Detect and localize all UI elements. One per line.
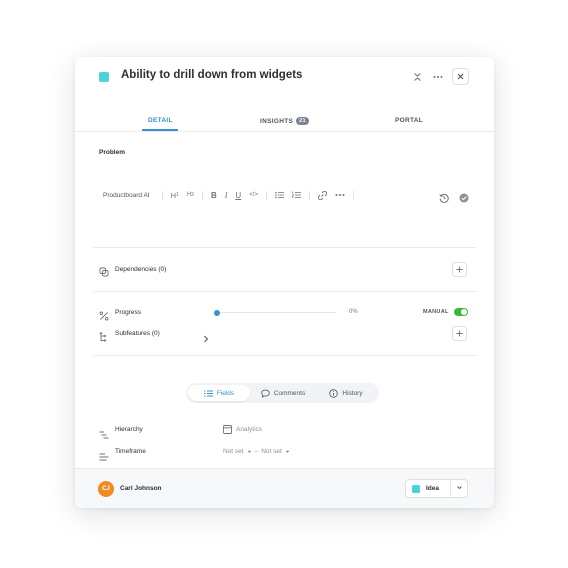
history-tab[interactable]: History: [316, 385, 376, 401]
toggle-knob: [461, 309, 467, 315]
bold-button[interactable]: B: [211, 191, 217, 200]
timeframe-value[interactable]: Not set – Not set: [223, 448, 290, 455]
productboard-ai-button[interactable]: Productboard AI: [103, 192, 150, 199]
hierarchy-value[interactable]: Analytics: [223, 425, 262, 434]
plus-icon: [456, 266, 463, 273]
comment-icon: [261, 389, 270, 398]
toolbar-divider: [265, 190, 267, 200]
owner-name[interactable]: Carl Johnson: [120, 485, 162, 492]
feature-color-swatch: [99, 72, 109, 82]
toolbar-divider: [161, 190, 163, 200]
view-switcher: Fields Comments History: [186, 383, 379, 403]
section-divider: [93, 291, 476, 292]
feature-detail-card: Ability to drill down from widgets DETAI…: [75, 57, 494, 508]
card-footer: CJ Carl Johnson Idea: [75, 468, 494, 508]
toolbar-divider: [201, 190, 203, 200]
tab-detail-label: DETAIL: [148, 117, 173, 124]
list-icon: [203, 390, 213, 396]
status-select[interactable]: Idea: [405, 479, 468, 498]
tab-portal[interactable]: PORTAL: [395, 117, 423, 124]
manual-progress-toggle[interactable]: [454, 308, 468, 316]
italic-button[interactable]: I: [225, 191, 228, 200]
toolbar-divider: [352, 190, 354, 200]
code-button[interactable]: </>: [249, 192, 258, 198]
insights-count-badge: 21: [296, 117, 309, 125]
comments-tab-label: Comments: [273, 389, 306, 397]
subfeatures-icon: [99, 329, 109, 342]
caret-down-icon: [285, 450, 290, 453]
bullet-list-icon[interactable]: [275, 191, 284, 199]
comments-tab[interactable]: Comments: [250, 385, 316, 401]
subfeatures-label[interactable]: Subfeatures (0): [115, 330, 160, 337]
hierarchy-icon: [99, 426, 109, 439]
heading1-button[interactable]: H1: [171, 191, 179, 200]
section-divider: [93, 355, 476, 356]
link-icon[interactable]: [317, 190, 327, 200]
timeframe-start[interactable]: Not set: [223, 448, 244, 455]
feature-title[interactable]: Ability to drill down from widgets: [121, 69, 302, 81]
problem-heading: Problem: [99, 149, 126, 156]
percent-icon: [99, 308, 109, 321]
toolbar-divider: [308, 190, 310, 200]
detail-tabs: DETAIL INSIGHTS 21 PORTAL: [75, 112, 494, 132]
hierarchy-label: Hierarchy: [115, 426, 143, 433]
caret-down-icon: [247, 450, 252, 453]
fields-tab-label: Fields: [216, 389, 235, 397]
fields-tab[interactable]: Fields: [188, 385, 250, 401]
editor-toolbar: Productboard AI H1 H2 B I U </>: [99, 190, 358, 200]
status-color-swatch: [412, 484, 420, 493]
timeframe-end[interactable]: Not set: [261, 448, 282, 455]
status-label: Idea: [426, 485, 440, 492]
chevron-right-icon[interactable]: [202, 330, 212, 343]
status-divider: [450, 480, 451, 497]
progress-slider-handle[interactable]: [214, 310, 220, 316]
more-options-icon[interactable]: [430, 69, 446, 85]
history-tab-label: History: [342, 389, 363, 397]
timeframe-dash: –: [254, 448, 259, 455]
numbered-list-icon[interactable]: [291, 191, 301, 199]
chevron-down-icon[interactable]: [456, 484, 463, 491]
tab-detail[interactable]: DETAIL: [148, 117, 173, 124]
active-tab-indicator: [142, 129, 178, 131]
close-button[interactable]: [452, 68, 469, 85]
progress-slider-track[interactable]: [216, 312, 336, 313]
tab-portal-label: PORTAL: [395, 117, 424, 124]
collapse-icon[interactable]: [409, 69, 425, 85]
plus-icon: [456, 330, 463, 337]
saved-check-icon: [459, 190, 469, 208]
manual-mode-label: MANUAL: [423, 309, 449, 315]
history-restore-icon[interactable]: [439, 190, 449, 208]
product-icon: [223, 425, 232, 434]
owner-avatar[interactable]: CJ: [98, 481, 114, 497]
dependencies-label[interactable]: Dependencies (0): [115, 266, 166, 273]
more-formatting-icon[interactable]: [335, 193, 345, 197]
tab-insights-label: INSIGHTS: [260, 117, 294, 125]
timeframe-label: Timeframe: [115, 448, 146, 455]
heading2-button[interactable]: H2: [187, 192, 194, 198]
tab-insights[interactable]: INSIGHTS 21: [260, 117, 309, 125]
add-dependency-button[interactable]: [452, 262, 467, 277]
info-icon: [329, 388, 339, 398]
add-subfeature-button[interactable]: [452, 326, 467, 341]
dependencies-icon: [99, 264, 109, 277]
progress-value: 0%: [349, 309, 358, 315]
close-icon: [457, 73, 464, 80]
section-divider: [93, 247, 476, 248]
hierarchy-value-text: Analytics: [236, 426, 263, 433]
underline-button[interactable]: U: [235, 191, 241, 200]
progress-label: Progress: [115, 309, 142, 316]
timeframe-icon: [99, 448, 109, 461]
